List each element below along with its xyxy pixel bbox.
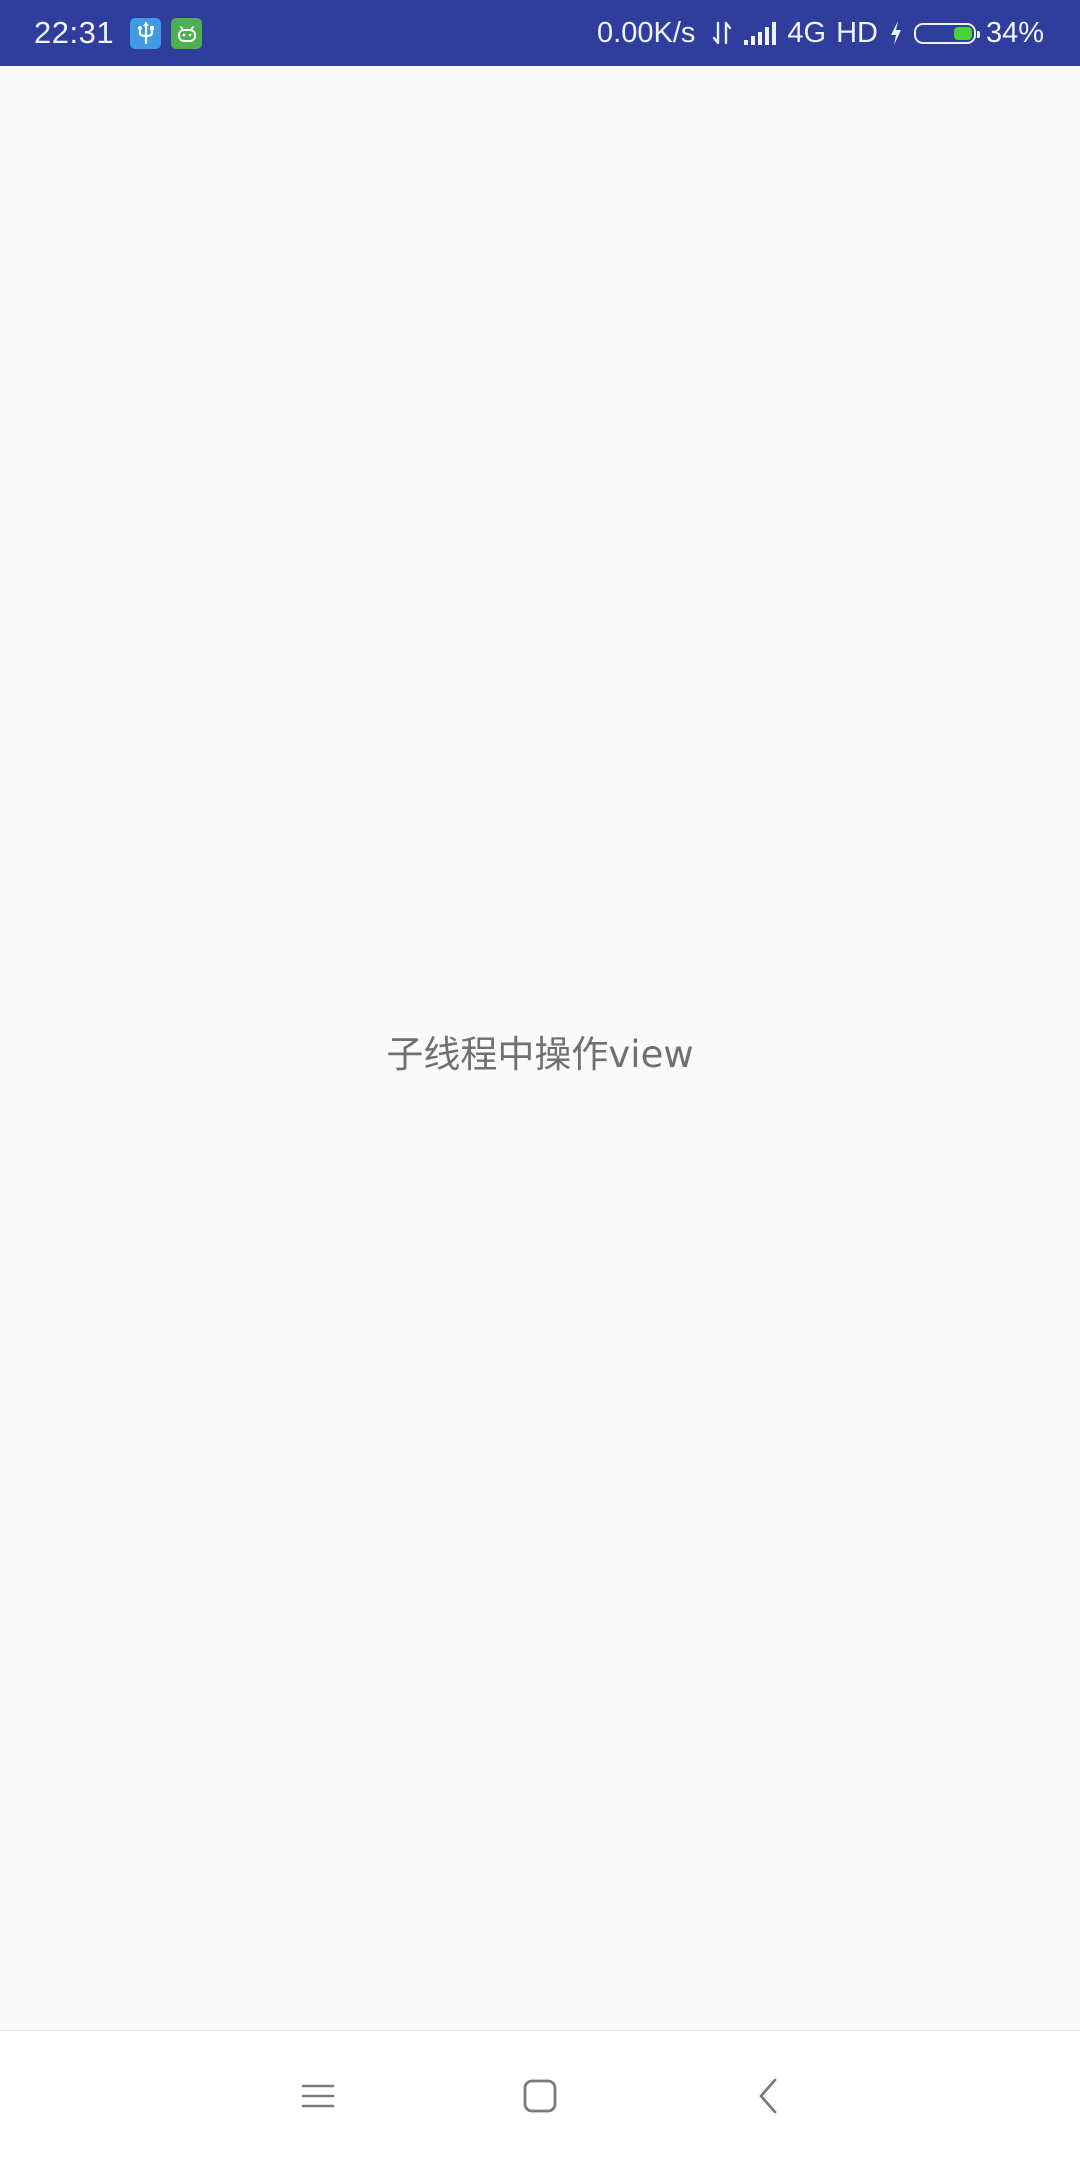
main-content: 子线程中操作view <box>0 66 1080 2030</box>
status-time: 22:31 <box>34 15 115 50</box>
network-speed: 0.00K/s <box>597 16 696 49</box>
home-button[interactable] <box>480 2031 600 2161</box>
usb-icon <box>130 17 162 49</box>
menu-button[interactable] <box>258 2031 378 2161</box>
back-button[interactable] <box>708 2031 828 2161</box>
status-bar: 22:31 0.00K/s 4G HD 34% <box>0 0 1080 66</box>
status-left-group: 22:31 <box>34 0 203 66</box>
signal-icon <box>743 20 777 46</box>
battery-percent: 34% <box>985 16 1044 49</box>
menu-icon <box>300 2081 336 2111</box>
app-notification-icon <box>171 17 203 49</box>
data-activity-icon <box>711 19 733 47</box>
battery-icon <box>913 22 980 44</box>
status-right-group: 0.00K/s 4G HD 34% <box>597 0 1044 66</box>
battery-level-fill <box>953 26 972 40</box>
charging-icon <box>888 19 904 47</box>
hd-label: HD <box>836 16 878 49</box>
center-text-label: 子线程中操作view <box>386 1033 694 1076</box>
back-icon <box>756 2077 780 2115</box>
navigation-bar <box>0 2030 1080 2161</box>
network-type: 4G <box>787 16 827 49</box>
home-icon <box>522 2078 558 2114</box>
battery-cap <box>976 30 980 38</box>
